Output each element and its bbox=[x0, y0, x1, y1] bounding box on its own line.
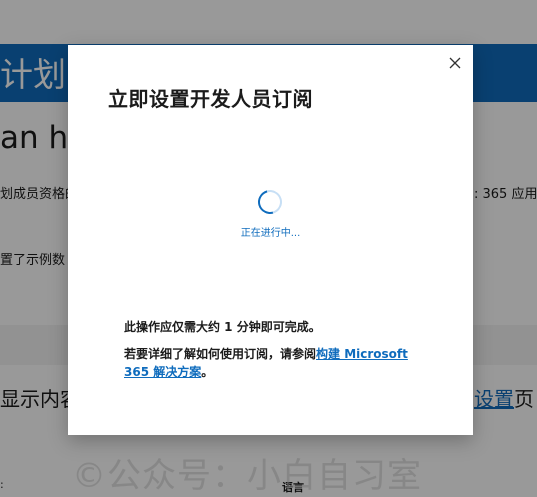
watermark: ©公众号：小白自习室 bbox=[72, 456, 422, 496]
setup-subscription-dialog: 立即设置开发人员订阅 正在进行中... 此操作应仅需大约 1 分钟即可完成。 若… bbox=[68, 45, 473, 435]
learn-more-prefix: 若要详细了解如何使用订阅，请参阅 bbox=[124, 347, 317, 361]
progress-status: 正在进行中... bbox=[240, 228, 301, 239]
loading-spinner-icon bbox=[253, 185, 287, 219]
learn-more-text: 若要详细了解如何使用订阅，请参阅构建 Microsoft 365 解决方案。 bbox=[124, 345, 424, 381]
time-estimate-text: 此操作应仅需大约 1 分钟即可完成。 bbox=[124, 320, 321, 334]
close-icon bbox=[449, 57, 461, 69]
learn-more-suffix: 。 bbox=[201, 365, 214, 379]
close-button[interactable] bbox=[443, 51, 467, 75]
dialog-title: 立即设置开发人员订阅 bbox=[108, 87, 313, 111]
